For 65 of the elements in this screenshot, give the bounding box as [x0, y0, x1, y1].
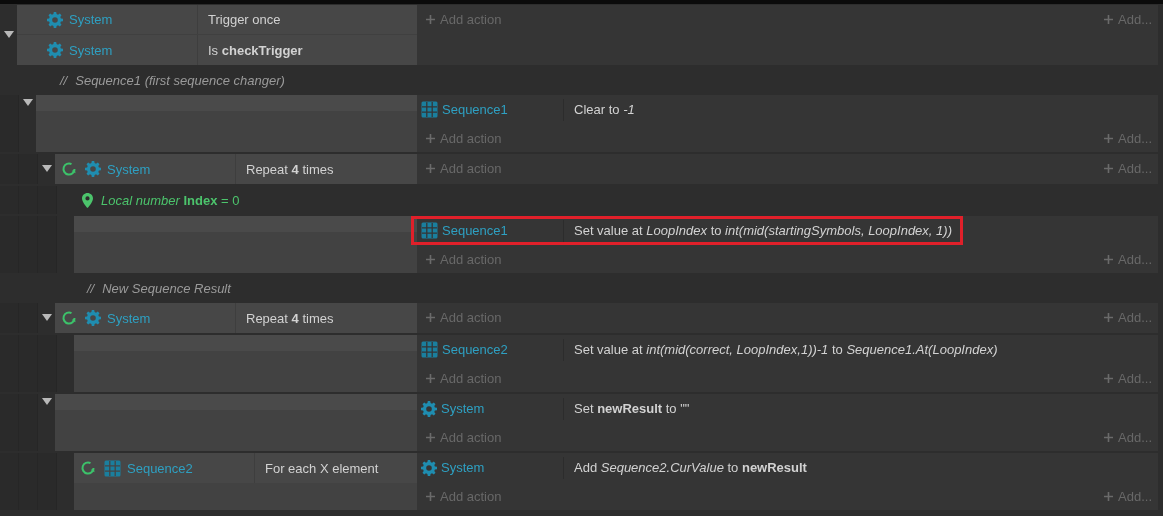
object-name[interactable]: System — [107, 161, 151, 177]
object-name[interactable]: System — [441, 460, 485, 475]
plus-icon — [1104, 254, 1114, 264]
loop-icon — [80, 460, 96, 476]
expand-arrow-icon[interactable] — [41, 165, 52, 173]
plus-icon — [426, 491, 435, 501]
action-text[interactable]: Clear to -1 — [564, 102, 635, 117]
plus-icon — [1104, 312, 1114, 322]
gear-icon — [421, 400, 437, 417]
plus-icon — [1104, 14, 1114, 24]
loop-icon — [61, 310, 77, 326]
plus-icon — [1104, 163, 1114, 173]
gear-icon — [47, 42, 63, 58]
condition-row[interactable]: System Trigger once — [17, 5, 417, 35]
comment-marker: // — [60, 72, 68, 88]
grid-icon — [421, 341, 438, 358]
plus-icon — [1104, 432, 1114, 442]
condition-text[interactable]: For each X element — [255, 460, 379, 476]
local-variable[interactable]: Local number Index = 0 — [101, 192, 240, 208]
expand-arrow-icon[interactable] — [22, 99, 33, 107]
plus-icon — [426, 14, 435, 24]
action-text[interactable]: Set value at LoopIndex to int(mid(startingSymbols, LoopIndex, 1)) — [564, 223, 952, 238]
expand-arrow-icon[interactable] — [3, 31, 14, 39]
gear-icon — [85, 161, 101, 177]
action-text[interactable]: Set value at int(mid(correct, LoopIndex,1))-1 to Sequence1.At(LoopIndex) — [564, 342, 998, 357]
plus-icon — [1104, 373, 1114, 383]
condition-row[interactable]: System Repeat 4 times — [55, 154, 417, 184]
condition-row[interactable]: Sequence2 For each X element — [74, 453, 417, 483]
condition-text[interactable]: Repeat 4 times — [236, 310, 334, 326]
gear-icon — [85, 310, 101, 326]
condition-text[interactable]: Repeat 4 times — [236, 161, 334, 177]
plus-icon — [1104, 491, 1114, 501]
loop-icon — [61, 161, 77, 177]
grid-icon — [421, 101, 438, 118]
condition-text[interactable]: Trigger once — [198, 12, 281, 27]
comment-marker: // — [87, 280, 95, 296]
pin-icon — [82, 192, 93, 208]
gear-icon — [47, 11, 63, 28]
grid-icon — [104, 459, 121, 477]
object-name[interactable]: System — [441, 401, 485, 416]
expand-arrow-icon[interactable] — [41, 398, 52, 406]
plus-icon — [1104, 133, 1114, 143]
action-text[interactable]: Add Sequence2.CurValue to newResult — [564, 460, 807, 475]
object-name[interactable]: System — [69, 42, 113, 58]
object-name[interactable]: Sequence2 — [442, 342, 508, 357]
condition-row[interactable]: System Repeat 4 times — [55, 303, 417, 333]
comment-text: New Sequence Result — [102, 280, 231, 296]
gear-icon — [421, 459, 437, 476]
condition-text[interactable]: Is checkTrigger — [198, 42, 303, 58]
expand-arrow-icon[interactable] — [41, 314, 52, 322]
action-text[interactable]: Set newResult to "" — [564, 401, 690, 416]
object-name[interactable]: Sequence1 — [442, 223, 508, 238]
comment-text: Sequence1 (first sequence changer) — [75, 72, 285, 88]
plus-icon — [426, 254, 435, 264]
condition-row[interactable]: System Is checkTrigger — [17, 35, 417, 65]
plus-icon — [426, 163, 435, 173]
plus-icon — [426, 312, 435, 322]
plus-icon — [426, 373, 435, 383]
object-name[interactable]: System — [107, 310, 151, 326]
plus-icon — [426, 133, 435, 143]
object-name[interactable]: Sequence1 — [442, 102, 508, 117]
plus-icon — [426, 432, 435, 442]
grid-icon — [421, 222, 438, 239]
object-name[interactable]: System — [69, 12, 113, 27]
object-name[interactable]: Sequence2 — [127, 460, 193, 476]
